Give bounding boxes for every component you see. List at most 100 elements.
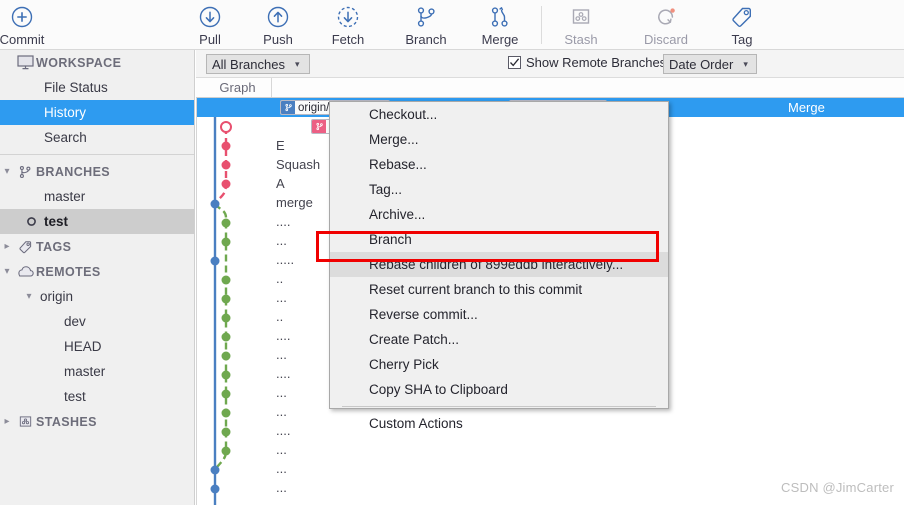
toolbar-button-tag[interactable]: Tag: [717, 0, 767, 50]
sidebar-item-test[interactable]: test: [0, 209, 194, 234]
sidebar-group-tags[interactable]: ▸ TAGS: [0, 234, 194, 259]
commit-message: merge: [276, 195, 313, 210]
toolbar-button-stash: Stash: [552, 0, 610, 50]
context-menu-item[interactable]: Rebase...: [330, 152, 668, 177]
column-header-description[interactable]: [272, 78, 904, 97]
column-header-graph[interactable]: Graph: [204, 78, 272, 97]
branch-filter-dropdown[interactable]: All Branches ▾: [206, 54, 310, 74]
order-filter-dropdown[interactable]: Date Order ▾: [663, 54, 757, 74]
sidebar-item-master[interactable]: master: [0, 184, 194, 209]
sidebar-group-label: STASHES: [36, 414, 97, 429]
plus-circle-icon: [9, 4, 35, 30]
commit-context-menu[interactable]: Checkout... Merge... Rebase... Tag... Archiv…: [329, 101, 669, 431]
commit-message: A: [276, 176, 285, 191]
toolbar-button-label: Pull: [199, 32, 221, 47]
sidebar-item-history[interactable]: History: [0, 100, 194, 125]
chevron-right-icon[interactable]: ▸: [0, 241, 14, 252]
sidebar-group-branches[interactable]: ▾ BRANCHES: [0, 159, 194, 184]
commit-message: ....: [276, 328, 291, 343]
context-menu-item[interactable]: Branch: [330, 227, 668, 252]
chevron-down-icon[interactable]: ▾: [0, 166, 14, 177]
context-menu-item[interactable]: Merge...: [330, 127, 668, 152]
context-menu-item[interactable]: Copy SHA to Clipboard: [330, 377, 668, 402]
sidebar-item-file-status[interactable]: File Status: [0, 75, 194, 100]
context-menu-item-label: Reverse commit...: [369, 307, 478, 322]
context-menu-separator: [342, 406, 656, 407]
context-menu-item-label: Tag...: [369, 182, 403, 197]
sidebar-item-head[interactable]: HEAD: [0, 334, 194, 359]
commit-extra-text: Merge: [788, 100, 825, 115]
context-menu-item-label: Custom Actions: [369, 416, 463, 431]
commit-message: ....: [276, 366, 291, 381]
sidebar-item-test[interactable]: test: [0, 384, 194, 409]
commit-message: ...: [276, 404, 287, 419]
chevron-down-icon[interactable]: ▾: [22, 291, 36, 302]
toolbar-button-commit[interactable]: Commit: [0, 0, 58, 50]
context-menu-item-label: Merge...: [369, 132, 419, 147]
commit-message: Squash: [276, 157, 321, 172]
context-menu-item[interactable]: Tag...: [330, 177, 668, 202]
arrow-up-circle-icon: [265, 4, 291, 30]
sidebar-group-label: TAGS: [36, 239, 72, 254]
sidebar-item-origin[interactable]: ▾ origin: [0, 284, 194, 309]
checkbox-box: [508, 56, 521, 69]
toolbar-button-fetch[interactable]: Fetch: [318, 0, 378, 50]
branch-bullet-icon: [26, 216, 37, 227]
commit-message: ...: [276, 347, 287, 362]
sidebar-item-search[interactable]: Search: [0, 125, 194, 150]
commit-message: ....: [276, 214, 291, 229]
toolbar-button-branch[interactable]: Branch: [393, 0, 459, 50]
toolbar-button-push[interactable]: Push: [249, 0, 307, 50]
sidebar-item-dev[interactable]: dev: [0, 309, 194, 334]
commit-message: ...: [276, 442, 287, 457]
context-menu-item[interactable]: Reset current branch to this commit: [330, 277, 668, 302]
context-menu-item[interactable]: Custom Actions: [330, 411, 668, 436]
monitor-icon: [14, 55, 36, 70]
chevron-down-icon[interactable]: ▾: [0, 266, 14, 277]
sidebar-item-label: test: [44, 214, 69, 229]
commit-message: .....: [276, 252, 295, 267]
discard-icon: [653, 4, 679, 30]
toolbar-button-label: Branch: [405, 32, 447, 47]
toolbar-button-pull[interactable]: Pull: [182, 0, 238, 50]
sidebar-group-label: WORKSPACE: [36, 55, 122, 70]
context-menu-item[interactable]: Checkout...: [330, 102, 668, 127]
merge-icon: [487, 4, 513, 30]
context-menu-item[interactable]: Archive...: [330, 202, 668, 227]
sidebar-group-stashes[interactable]: ▸ STASHES: [0, 409, 194, 434]
context-menu-item[interactable]: Reverse commit...: [330, 302, 668, 327]
sidebar-group-workspace[interactable]: WORKSPACE: [0, 50, 194, 75]
context-menu-item-label: Branch: [369, 232, 412, 247]
sidebar-item-label: test: [64, 389, 86, 404]
sidebar-group-label: REMOTES: [36, 264, 101, 279]
context-menu-item[interactable]: Create Patch...: [330, 327, 668, 352]
sb-stash-icon: [14, 414, 36, 429]
sidebar-item-master[interactable]: master: [0, 359, 194, 384]
sidebar-item-label: master: [64, 364, 106, 379]
commit-row[interactable]: ...: [196, 440, 904, 459]
toolbar-button-label: Commit: [0, 32, 45, 47]
toolbar-separator: [541, 6, 542, 44]
toolbar-button-merge[interactable]: Merge: [469, 0, 531, 50]
context-menu-item-label: Cherry Pick: [369, 357, 439, 372]
show-remote-branches-checkbox[interactable]: Show Remote Branches: [508, 55, 666, 70]
commit-message: ...: [276, 233, 287, 248]
commit-message: ...: [276, 480, 287, 495]
commit-row[interactable]: ...: [196, 459, 904, 478]
sidebar-item-label: Search: [44, 130, 87, 145]
chevron-right-icon[interactable]: ▸: [0, 416, 14, 427]
watermark-text: CSDN @JimCarter: [781, 480, 894, 495]
main-toolbar: Commit Pull Push Fetch Branch Merge Stash Disca…: [0, 0, 904, 50]
context-menu-item[interactable]: Rebase children of 899eddb interactively…: [330, 252, 668, 277]
commit-message: ..: [276, 271, 284, 286]
branch-icon: [281, 101, 295, 114]
context-menu-item[interactable]: Cherry Pick: [330, 352, 668, 377]
context-menu-item-label: Archive...: [369, 207, 426, 222]
sidebar-group-label: BRANCHES: [36, 164, 111, 179]
commit-message: ....: [276, 423, 291, 438]
sidebar-item-label: HEAD: [64, 339, 102, 354]
show-remote-branches-label: Show Remote Branches: [526, 55, 667, 70]
sidebar-item-label: File Status: [44, 80, 108, 95]
sidebar[interactable]: WORKSPACE File Status History Search ▾ BRANCH…: [0, 50, 195, 505]
sidebar-group-remotes[interactable]: ▾ REMOTES: [0, 259, 194, 284]
